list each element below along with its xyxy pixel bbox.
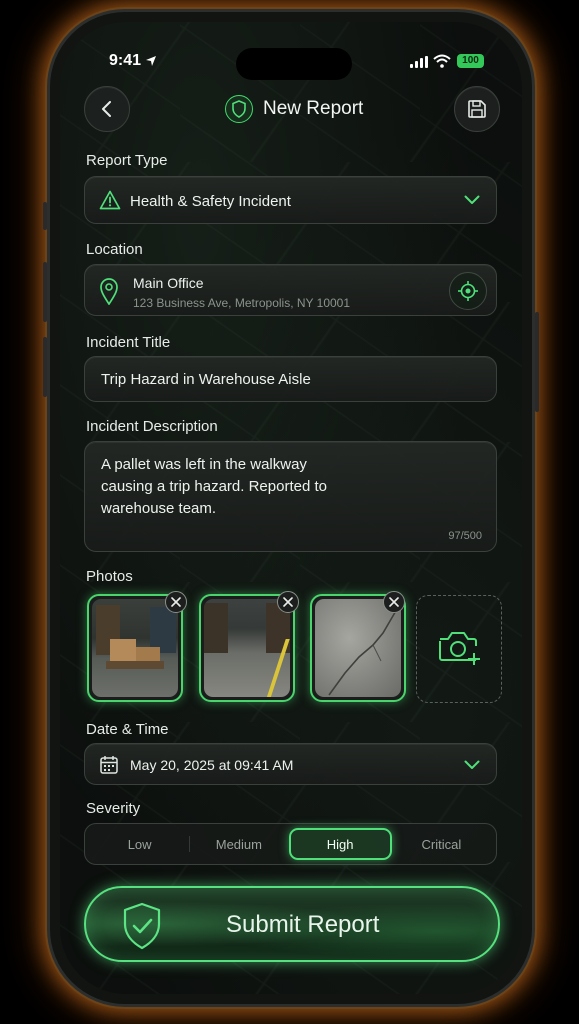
page-title: New Report [263,98,364,119]
location-label: Location [86,241,143,258]
severity-option-low[interactable]: Low [90,828,189,860]
status-time: 9:41 [109,52,142,69]
incident-title-input[interactable]: Trip Hazard in Warehouse Aisle [84,356,497,402]
add-photo-button[interactable] [416,595,502,703]
warning-icon [99,190,121,210]
wifi-icon [433,54,451,68]
date-time-label: Date & Time [86,721,169,738]
location-arrow-icon [146,56,156,66]
report-type-value: Health & Safety Incident [130,193,291,210]
incident-description-label: Incident Description [86,418,218,435]
shield-icon [225,95,253,123]
remove-photo-button[interactable] [277,591,299,613]
volume-down-button [43,337,47,397]
location-name: Main Office [133,275,204,291]
camera-add-icon [439,632,480,665]
incident-title-value: Trip Hazard in Warehouse Aisle [101,371,311,388]
photo-floor-crack [315,599,401,697]
volume-up-button [43,262,47,322]
character-counter: 97/500 [448,530,482,542]
phone-frame: 9:41 100 New Report Report Type Health &… [43,9,539,1007]
location-field[interactable]: Main Office 123 Business Ave, Metropolis… [84,264,497,316]
chevron-down-icon [464,195,480,204]
power-button [535,312,539,412]
signal-icon [410,56,428,68]
status-bar: 9:41 100 [60,48,522,80]
save-draft-button[interactable] [454,86,500,132]
description-line-3: warehouse team. [101,500,217,517]
page-header: New Report [225,95,363,123]
severity-segmented-control: Low Medium High Critical [84,823,497,865]
severity-option-medium[interactable]: Medium [189,828,288,860]
photo-warehouse-aisle [204,599,290,697]
date-time-picker[interactable]: May 20, 2025 at 09:41 AM [84,743,497,785]
description-line-1: A pallet was left in the walkway [101,456,307,473]
incident-description-textarea[interactable]: A pallet was left in the walkway causing… [84,441,497,552]
map-pin-icon [100,278,118,305]
report-type-label: Report Type [86,152,168,169]
photo-warehouse-pallets [92,599,178,697]
dynamic-island [236,48,352,80]
battery-icon: 100 [457,54,484,68]
back-button[interactable] [84,86,130,132]
screen: 9:41 100 New Report Report Type Health &… [60,22,522,994]
remove-photo-button[interactable] [383,591,405,613]
close-icon [389,597,399,607]
location-address: 123 Business Ave, Metropolis, NY 10001 [133,296,351,310]
incident-title-label: Incident Title [86,334,171,351]
chevron-down-icon [464,760,480,769]
description-line-2: causing a trip hazard. Reported to [101,478,327,495]
photos-label: Photos [86,568,133,585]
submit-report-button[interactable]: Submit Report [84,886,500,962]
save-icon [468,100,486,118]
severity-option-high[interactable]: High [288,828,392,860]
gps-target-icon [458,281,478,301]
side-button [43,202,47,230]
severity-label: Severity [86,800,141,817]
remove-photo-button[interactable] [165,591,187,613]
report-type-select[interactable]: Health & Safety Incident [84,176,497,224]
date-time-value: May 20, 2025 at 09:41 AM [130,757,294,773]
submit-report-label: Submit Report [226,911,380,938]
severity-option-critical[interactable]: Critical [392,828,491,860]
shield-check-icon [123,902,161,950]
use-current-location-button[interactable] [449,272,487,310]
close-icon [283,597,293,607]
close-icon [171,597,181,607]
calendar-icon [100,756,118,774]
back-arrow-icon [102,101,111,117]
